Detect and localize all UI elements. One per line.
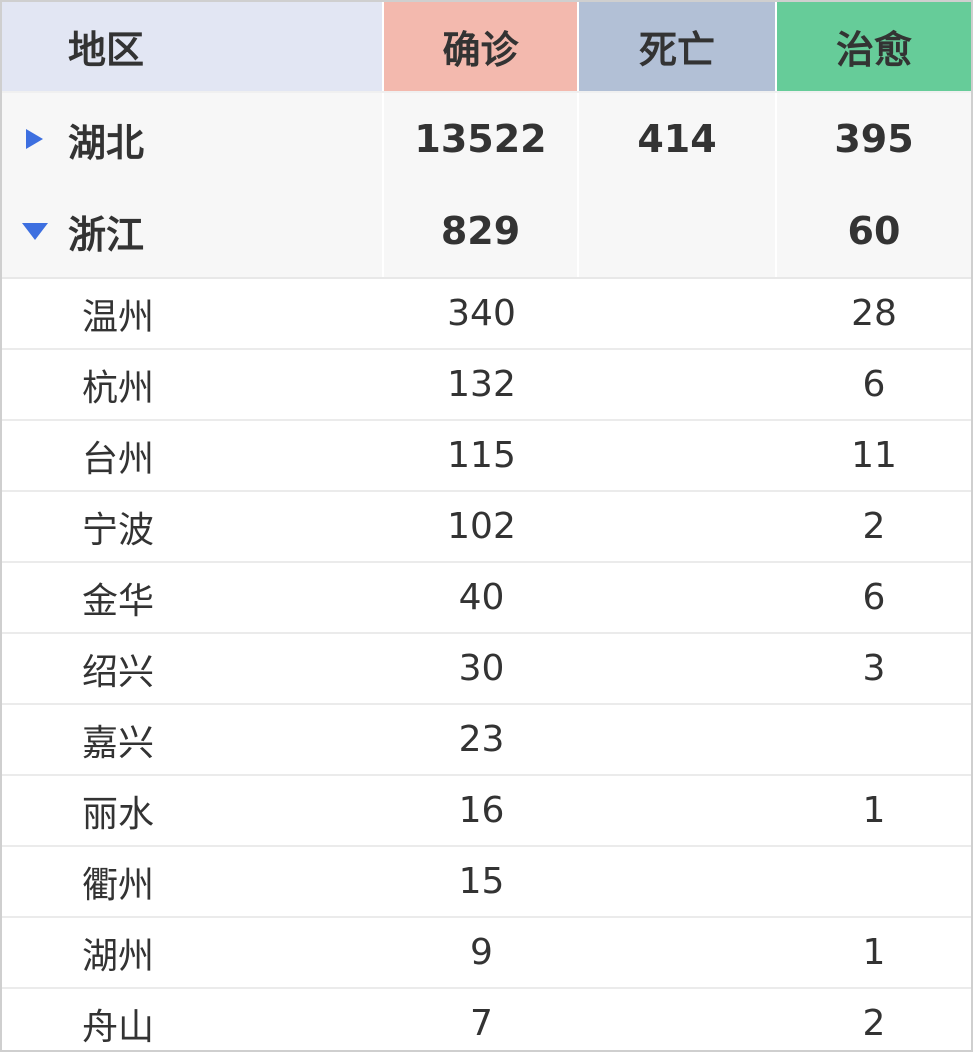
- header-recovered[interactable]: 治愈: [777, 2, 971, 91]
- city-name: 湖州: [82, 935, 155, 977]
- triangle-right-icon: [26, 129, 43, 149]
- city-deaths: [579, 634, 777, 703]
- city-row: 温州 340 28: [2, 279, 971, 350]
- city-name: 温州: [82, 296, 155, 338]
- city-confirmed: 40: [458, 577, 505, 618]
- province-name: 湖北: [68, 120, 145, 165]
- city-deaths: [579, 705, 777, 774]
- city-name: 舟山: [82, 1006, 155, 1048]
- city-confirmed: 102: [447, 506, 516, 547]
- city-deaths: [579, 350, 777, 419]
- city-deaths: [579, 989, 777, 1058]
- city-deaths: [579, 918, 777, 987]
- city-recovered: 28: [851, 293, 897, 334]
- city-recovered: 6: [862, 364, 886, 405]
- city-confirmed: 132: [447, 364, 516, 405]
- header-region-label: 地区: [68, 28, 145, 72]
- city-row: 湖州 9 1: [2, 918, 971, 989]
- city-confirmed: 115: [447, 435, 516, 476]
- epidemic-data-table: 地区 确诊 死亡 治愈 湖北 13522 414 395 浙江 829 60 温…: [0, 0, 973, 1052]
- city-row: 杭州 132 6: [2, 350, 971, 421]
- header-confirmed-label: 确诊: [442, 28, 519, 72]
- city-recovered: 2: [862, 506, 886, 547]
- city-row: 舟山 7 2: [2, 989, 971, 1058]
- city-row: 衢州 15: [2, 847, 971, 918]
- province-deaths: [579, 185, 777, 277]
- header-confirmed[interactable]: 确诊: [384, 2, 579, 91]
- city-row: 金华 40 6: [2, 563, 971, 634]
- city-confirmed: 16: [458, 790, 505, 831]
- province-confirmed: 13522: [384, 93, 579, 185]
- city-confirmed: 23: [458, 719, 505, 760]
- city-name: 丽水: [82, 793, 155, 835]
- triangle-down-icon: [22, 222, 48, 240]
- city-name: 绍兴: [82, 651, 155, 693]
- city-row: 嘉兴 23: [2, 705, 971, 776]
- city-recovered: [777, 705, 971, 774]
- city-row: 台州 115 11: [2, 421, 971, 492]
- province-name-cell: 湖北: [2, 93, 384, 185]
- city-row: 宁波 102 2: [2, 492, 971, 563]
- header-region[interactable]: 地区: [2, 2, 384, 91]
- province-group: 湖北 13522 414 395 浙江 829 60: [2, 91, 971, 279]
- city-recovered: 1: [862, 932, 886, 973]
- province-deaths: 414: [579, 93, 777, 185]
- city-deaths: [579, 563, 777, 632]
- city-confirmed: 30: [458, 648, 505, 689]
- province-name: 浙江: [68, 212, 145, 257]
- city-row: 绍兴 30 3: [2, 634, 971, 705]
- collapse-toggle[interactable]: [22, 222, 68, 240]
- province-row-hubei[interactable]: 湖北 13522 414 395: [2, 93, 971, 185]
- province-name-cell: 浙江: [2, 185, 384, 277]
- city-confirmed: 9: [470, 932, 493, 973]
- table-header: 地区 确诊 死亡 治愈: [2, 2, 971, 91]
- province-recovered: 60: [847, 209, 901, 253]
- city-name: 台州: [82, 438, 155, 480]
- city-recovered: 3: [862, 648, 886, 689]
- city-recovered: [777, 847, 971, 916]
- city-name: 嘉兴: [82, 722, 155, 764]
- province-confirmed: 829: [384, 185, 579, 277]
- city-deaths: [579, 776, 777, 845]
- city-confirmed: 340: [447, 293, 516, 334]
- header-deaths[interactable]: 死亡: [579, 2, 777, 91]
- province-recovered: 395: [834, 117, 914, 161]
- city-confirmed: 15: [458, 861, 505, 902]
- city-recovered: 2: [862, 1003, 886, 1044]
- city-row: 丽水 16 1: [2, 776, 971, 847]
- province-row-zhejiang[interactable]: 浙江 829 60: [2, 185, 971, 277]
- city-confirmed: 7: [470, 1003, 493, 1044]
- header-deaths-label: 死亡: [638, 28, 715, 72]
- city-recovered: 6: [862, 577, 886, 618]
- header-recovered-label: 治愈: [835, 28, 912, 72]
- city-recovered: 11: [851, 435, 897, 476]
- city-deaths: [579, 279, 777, 348]
- city-name: 杭州: [82, 367, 155, 409]
- city-recovered: 1: [862, 790, 886, 831]
- city-name: 衢州: [82, 864, 155, 906]
- city-name: 金华: [82, 580, 155, 622]
- city-name: 宁波: [82, 509, 155, 551]
- city-list: 温州 340 28 杭州 132 6 台州 115 11 宁波 102 2 金华…: [2, 279, 971, 1058]
- expand-toggle[interactable]: [22, 129, 68, 149]
- city-deaths: [579, 492, 777, 561]
- city-deaths: [579, 847, 777, 916]
- city-deaths: [579, 421, 777, 490]
